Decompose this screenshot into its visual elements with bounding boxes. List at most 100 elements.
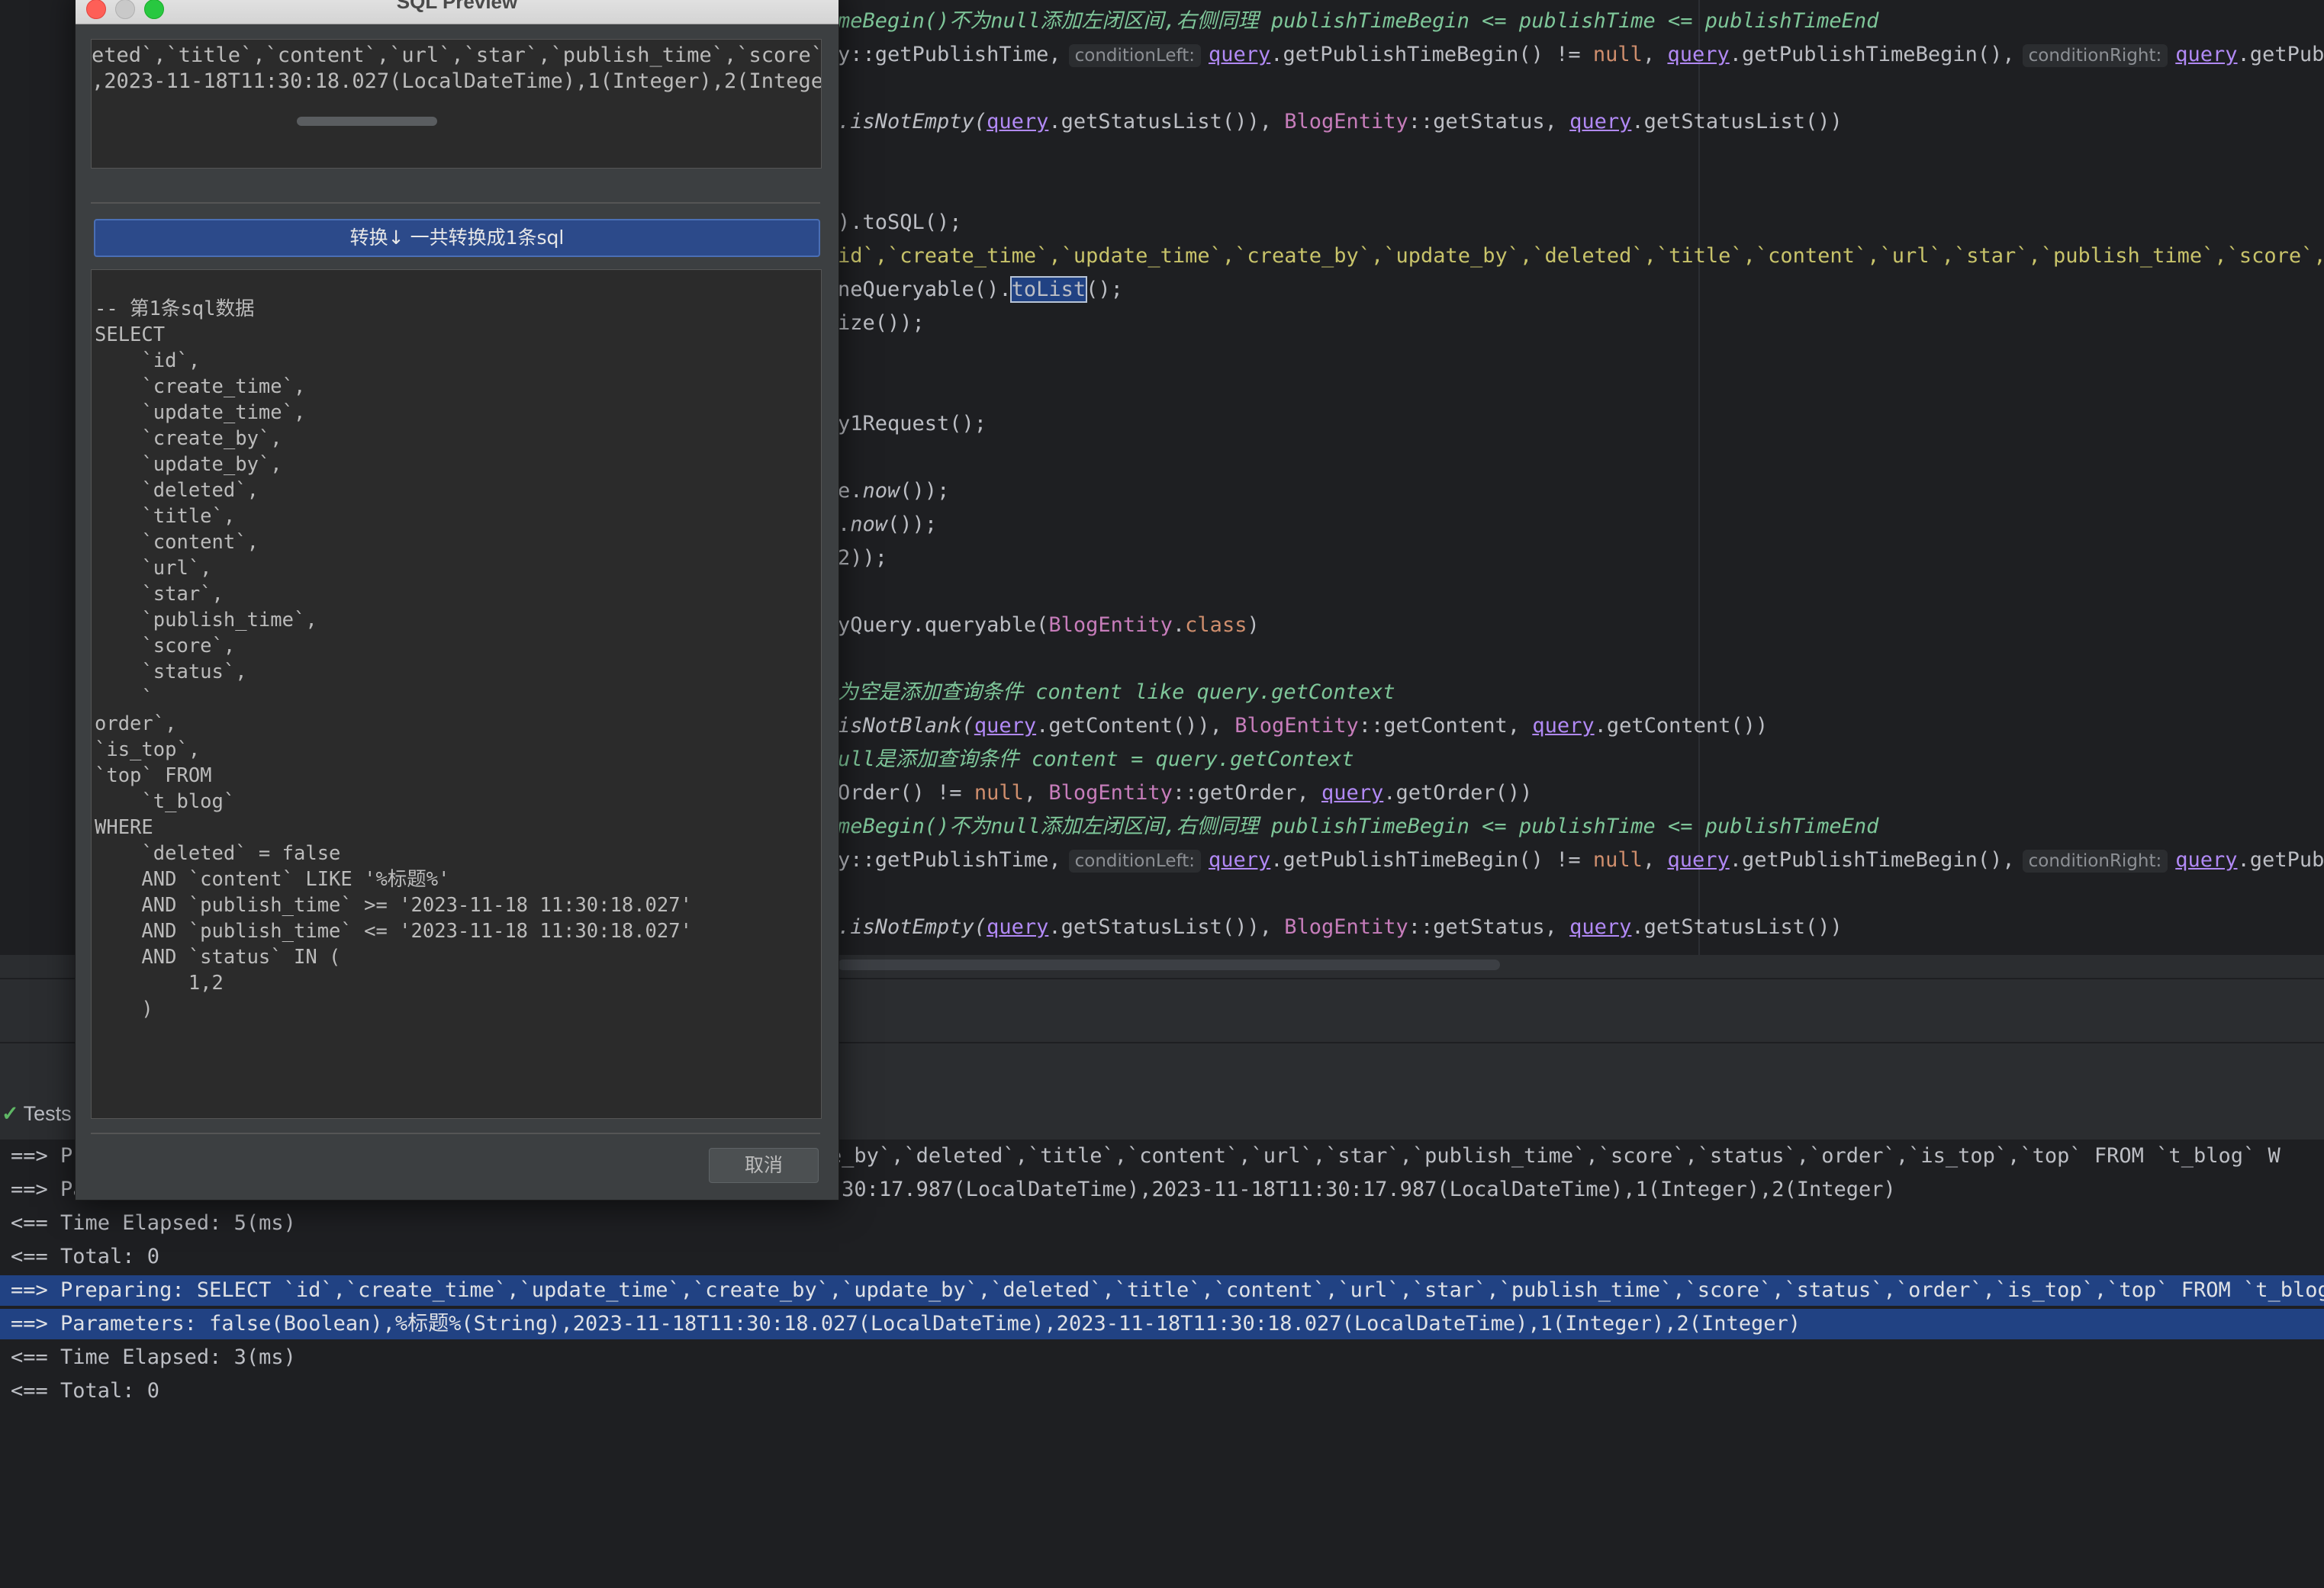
code-line-8: y1Request();	[838, 412, 987, 436]
code-fragment: .	[1172, 613, 1186, 637]
code-var: query	[1569, 110, 1632, 133]
code-line-19: .isNotEmpty(query.getStatusList()), Blog…	[838, 912, 1843, 943]
code-line-6: neQueryable().toList();	[838, 275, 1123, 305]
code-fragment: )	[1247, 613, 1260, 637]
code-fragment: yQuery.queryable(	[838, 613, 1049, 637]
code-fragment: ::getStatus,	[1408, 915, 1570, 939]
code-var: query	[987, 110, 1049, 133]
code-class: BlogEntity	[1284, 110, 1408, 133]
code-line-5: id`,`create_time`,`update_time`,`create_…	[838, 244, 2324, 268]
code-line-2: y::getPublishTime, conditionLeft: query.ge…	[838, 40, 2324, 71]
divider	[91, 202, 820, 204]
console-line-selected: ==> Parameters: false(Boolean),%标题%(Stri…	[0, 1309, 2324, 1339]
code-method: now	[850, 513, 888, 536]
code-fragment: ());	[887, 513, 938, 536]
code-fragment: .getPublishTimeBegin(),	[1729, 43, 2015, 66]
code-line-1: meBegin()不为null添加左闭区间,右侧同理 publishTimeBe…	[838, 9, 1879, 33]
code-fragment: .getStatusList()),	[1048, 915, 1285, 939]
console-line-selected: ==> Preparing: SELECT `id`,`create_time`…	[0, 1275, 2324, 1306]
code-line-4: ).toSQL();	[838, 211, 962, 234]
dialog-titlebar[interactable]: SQL Preview	[76, 0, 839, 24]
code-fragment: ,	[1642, 848, 1668, 872]
code-fragment: .getStatusList())	[1631, 915, 1843, 939]
code-fragment: y::getPublishTime,	[838, 848, 1061, 872]
param-hint-right: conditionRight:	[2022, 850, 2168, 873]
code-fragment: .getPublishTimeBegin() !=	[1270, 43, 1593, 66]
code-fragment: neQueryable().	[838, 278, 1012, 301]
code-class: BlogEntity	[1284, 915, 1408, 939]
code-line-11: 2));	[838, 546, 888, 570]
code-var: query	[2175, 43, 2238, 66]
code-fragment: .getStatusList()),	[1048, 110, 1285, 133]
code-fragment: ,	[1023, 781, 1049, 805]
code-fragment: y::getPublishTime,	[838, 43, 1061, 66]
code-line-12: yQuery.queryable(BlogEntity.class)	[838, 610, 1260, 641]
sql-output-text: -- 第1条sql数据 SELECT `id`, `create_time`, …	[95, 297, 692, 1021]
code-fragment: .	[838, 513, 851, 536]
console-line: <== Time Elapsed: 5(ms)	[11, 1211, 296, 1235]
code-class: BlogEntity	[1048, 613, 1173, 637]
code-fragment: isNotBlank(	[838, 714, 974, 738]
code-fragment: ::getStatus,	[1408, 110, 1570, 133]
code-fragment: .getOrder())	[1383, 781, 1533, 805]
code-var: query	[1667, 848, 1730, 872]
console-line: <== Total: 0	[11, 1245, 160, 1268]
code-var: query	[1667, 43, 1730, 66]
code-class: BlogEntity	[1234, 714, 1359, 738]
param-hint-left: conditionLeft:	[1068, 44, 1201, 67]
code-fragment: ::getOrder,	[1172, 781, 1321, 805]
input-horizontal-scrollbar[interactable]	[297, 117, 437, 126]
input-line: eted`,`title`,`content`,`url`,`star`,`pu…	[92, 43, 822, 67]
code-line-16: Order() != null, BlogEntity::getOrder, q…	[838, 778, 1532, 808]
code-line-13: 为空是添加查询条件 content like query.getContext	[838, 680, 1395, 704]
code-fragment: ::getContent,	[1358, 714, 1533, 738]
code-fragment: .getContent())	[1594, 714, 1769, 738]
code-var: query	[987, 915, 1049, 939]
tests-tab-label: Tests	[23, 1102, 72, 1125]
code-fragment: .isNotEmpty(	[838, 110, 987, 133]
sql-preview-dialog: SQL Preview eted`,`title`,`content`,`url…	[75, 0, 839, 1201]
code-keyword: class	[1185, 613, 1247, 637]
code-line-14: isNotBlank(query.getContent()), BlogEnti…	[838, 711, 1768, 741]
code-class: BlogEntity	[1048, 781, 1173, 805]
code-keyword: null	[1592, 43, 1643, 66]
code-var: query	[1208, 43, 1271, 66]
console-line: <== Time Elapsed: 3(ms)	[11, 1345, 296, 1369]
code-keyword: null	[1592, 848, 1643, 872]
code-fragment: .getPubl	[2237, 43, 2324, 66]
run-console[interactable]: ==> Pr update_by`,`deleted`,`title`,`con…	[0, 1140, 2324, 1588]
code-var: query	[974, 714, 1037, 738]
code-fragment: .isNotEmpty(	[838, 915, 987, 939]
code-fragment: .getPublishTimeBegin(),	[1729, 848, 2015, 872]
tests-tab[interactable]: ✓ Tests	[0, 1098, 72, 1129]
code-line-7: ize());	[838, 311, 925, 335]
code-fragment: .getPubl	[2237, 848, 2324, 872]
code-fragment: Order() !=	[838, 781, 974, 805]
console-line: <== Total: 0	[11, 1379, 160, 1403]
dialog-title: SQL Preview	[396, 0, 518, 13]
cancel-button[interactable]: 取消	[709, 1148, 819, 1183]
code-line-18: y::getPublishTime, conditionLeft: query.ge…	[838, 845, 2324, 876]
param-hint-right: conditionRight:	[2022, 44, 2168, 67]
code-fragment: .getStatusList())	[1631, 110, 1843, 133]
code-fragment: ();	[1086, 278, 1123, 301]
selected-word[interactable]: toList	[1009, 276, 1088, 303]
code-fragment: ,	[1642, 43, 1668, 66]
editor-horizontal-scrollbar[interactable]	[838, 960, 1500, 970]
code-line-10: .now());	[838, 510, 937, 540]
code-var: query	[1321, 781, 1384, 805]
code-line-9: e.now());	[838, 476, 949, 506]
code-var: query	[1208, 848, 1271, 872]
convert-button[interactable]: 转换↓ 一共转换成1条sql	[94, 219, 820, 257]
code-var: query	[1532, 714, 1595, 738]
sql-output-textarea[interactable]: -- 第1条sql数据 SELECT `id`, `create_time`, …	[91, 269, 822, 1119]
log-input-textarea[interactable]: eted`,`title`,`content`,`url`,`star`,`pu…	[91, 39, 822, 169]
code-fragment: .getPublishTimeBegin() !=	[1270, 848, 1593, 872]
code-line-15: ull是添加查询条件 content = query.getContext	[838, 747, 1354, 771]
code-fragment: .getContent()),	[1036, 714, 1235, 738]
divider	[91, 1133, 820, 1134]
code-method: now	[862, 479, 900, 503]
code-var: query	[1569, 915, 1632, 939]
param-hint-left: conditionLeft:	[1068, 850, 1201, 873]
code-keyword: null	[974, 781, 1024, 805]
